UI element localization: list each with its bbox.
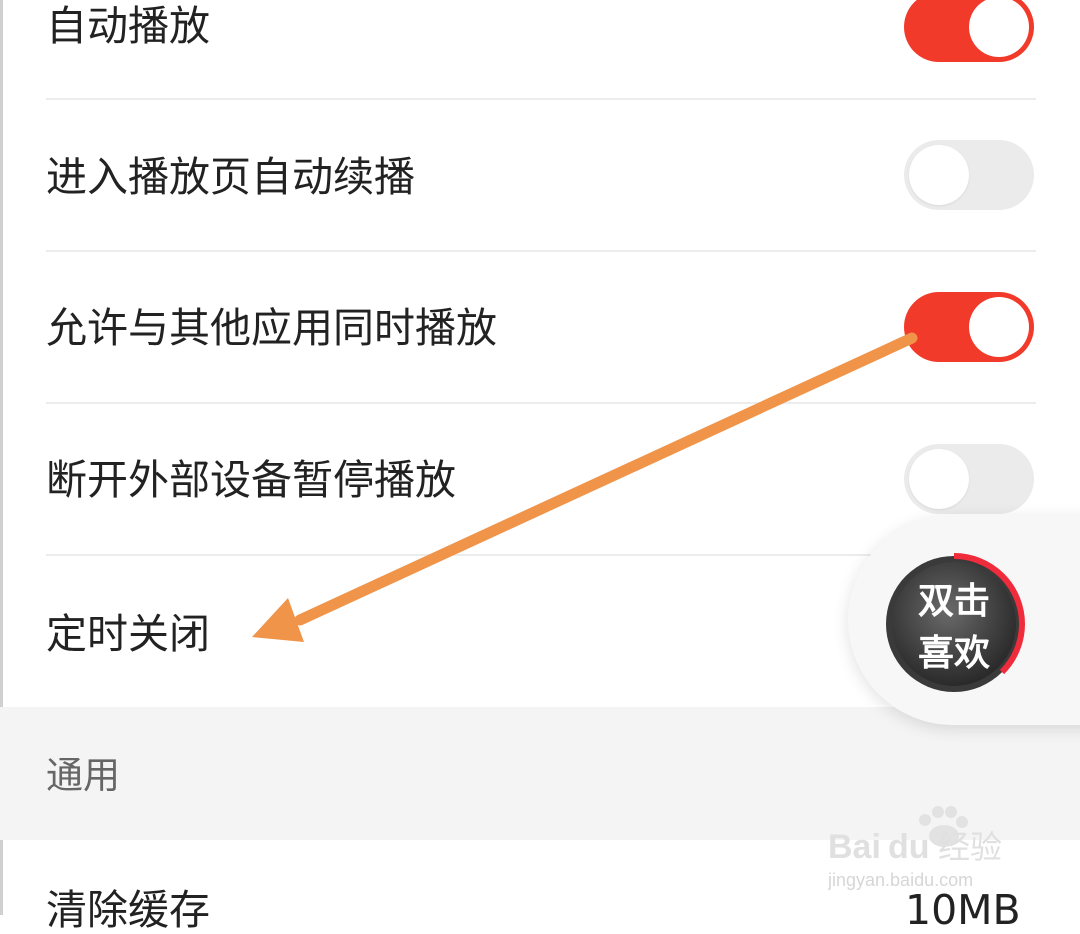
setting-label: 允许与其他应用同时播放 bbox=[46, 304, 497, 352]
toggle-knob bbox=[969, 0, 1029, 57]
mix-with-others-toggle[interactable] bbox=[904, 292, 1034, 362]
watermark-url: jingyan.baidu.com bbox=[828, 870, 973, 890]
setting-label: 定时关闭 bbox=[46, 610, 210, 658]
baidu-jingyan-watermark: Bai du 经验 jingyan.baidu.com bbox=[828, 806, 1002, 890]
setting-label: 自动播放 bbox=[46, 2, 210, 50]
setting-label: 断开外部设备暂停播放 bbox=[46, 456, 456, 504]
like-ring-icon bbox=[886, 553, 1026, 692]
setting-row-pause-on-disconnect[interactable]: 断开外部设备暂停播放 bbox=[46, 404, 1036, 556]
toggle-knob bbox=[909, 145, 969, 205]
toggle-knob bbox=[969, 297, 1029, 357]
svg-text:du: du bbox=[888, 828, 930, 866]
toggle-knob bbox=[909, 449, 969, 509]
continue-play-toggle[interactable] bbox=[904, 140, 1034, 210]
cache-size-value: 10MB bbox=[905, 886, 1021, 934]
like-text-line1: 双击 bbox=[917, 581, 990, 622]
autoplay-toggle[interactable] bbox=[904, 0, 1034, 62]
double-tap-like-button[interactable]: 双击 喜欢 bbox=[882, 552, 1026, 696]
like-text-line2: 喜欢 bbox=[917, 633, 990, 674]
clear-cache-label[interactable]: 清除缓存 bbox=[46, 890, 210, 931]
setting-row-continue-play[interactable]: 进入播放页自动续播 bbox=[46, 100, 1036, 252]
pause-on-disconnect-toggle[interactable] bbox=[904, 444, 1034, 514]
setting-label: 进入播放页自动续播 bbox=[46, 153, 415, 201]
svg-text:经验: 经验 bbox=[938, 828, 1002, 866]
section-title: 通用 bbox=[46, 754, 120, 797]
setting-row-mix-with-others[interactable]: 允许与其他应用同时播放 bbox=[46, 252, 1036, 404]
setting-row-autoplay[interactable]: 自动播放 bbox=[46, 0, 1036, 100]
svg-text:Bai: Bai bbox=[828, 828, 881, 866]
